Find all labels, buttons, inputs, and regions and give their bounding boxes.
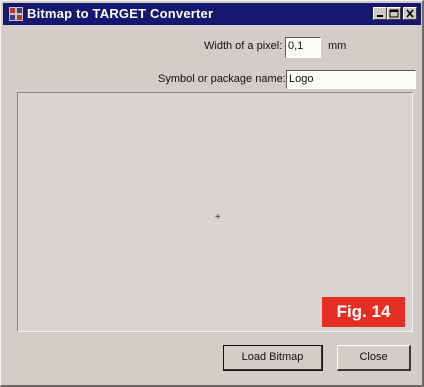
bitmap-preview-area[interactable]: + (17, 92, 413, 332)
close-button[interactable] (403, 7, 417, 20)
close-dialog-button[interactable]: Close (337, 345, 411, 371)
maximize-button[interactable] (387, 7, 401, 20)
symbol-name-input[interactable]: Logo (286, 70, 416, 89)
minimize-button[interactable] (373, 7, 387, 20)
crosshair-cursor: + (215, 212, 221, 223)
pixel-width-label: Width of a pixel: (204, 40, 283, 52)
pixel-width-input[interactable]: 0,1 (285, 37, 321, 58)
pixel-width-unit: mm (328, 40, 347, 52)
maximize-icon (389, 9, 399, 18)
close-icon (406, 9, 414, 18)
minimize-icon (377, 15, 383, 17)
symbol-name-label: Symbol or package name: (158, 73, 286, 85)
window-title: Bitmap to TARGET Converter (27, 6, 214, 21)
title-bar[interactable]: Bitmap to TARGET Converter (3, 3, 421, 25)
load-bitmap-button[interactable]: Load Bitmap (223, 345, 323, 371)
app-icon (9, 7, 23, 21)
figure-label: Fig. 14 (322, 297, 405, 327)
converter-window: Bitmap to TARGET Converter Width of a pi… (0, 0, 424, 387)
